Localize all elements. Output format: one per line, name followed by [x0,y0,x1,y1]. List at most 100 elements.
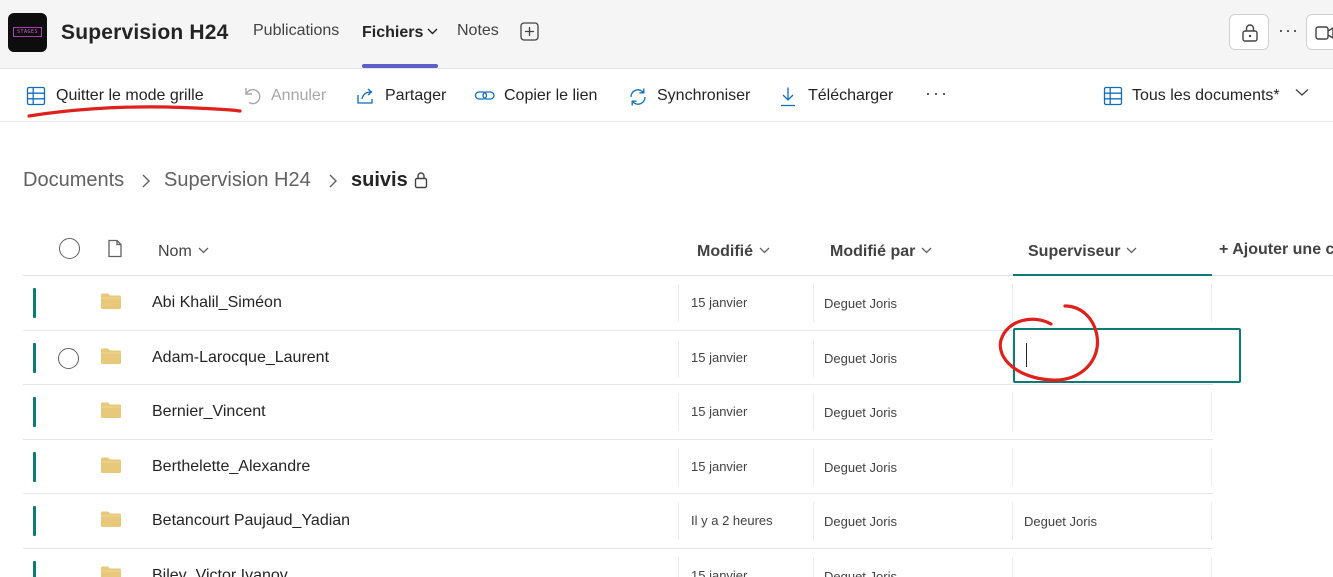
chevron-down-icon [921,241,932,259]
cell-divider [1012,556,1013,577]
cell-divider [813,447,814,486]
column-supervisor-header[interactable]: Superviseur [1028,241,1137,261]
folder-icon [101,348,121,364]
share-label: Partager [385,87,447,104]
row-status-bar [33,506,36,536]
table-row[interactable]: Biley_Victor Ivanov 15 janvier Deguet Jo… [23,549,1213,577]
more-options-icon[interactable]: ··· [1278,20,1299,41]
column-header-row: Nom Modifié Modifié par Superviseur + Aj… [23,226,1333,276]
row-modified-by: Deguet Joris [824,405,897,420]
folder-icon [101,566,121,577]
cell-divider [813,338,814,377]
tab-fichiers[interactable]: Fichiers [362,22,438,42]
more-commands-icon[interactable]: ··· [925,83,949,104]
cell-divider [678,284,679,322]
chevron-down-icon [198,241,209,259]
exit-grid-view-label: Quitter le mode grille [56,87,204,104]
row-name[interactable]: Abi Khalil_Siméon [152,294,282,312]
column-supervisor-label: Superviseur [1028,243,1121,260]
row-status-bar [33,397,36,427]
cell-divider [1211,447,1212,486]
private-channel-button[interactable] [1229,14,1269,50]
tab-notes[interactable]: Notes [457,22,499,40]
copy-link-label: Copier le lien [504,87,598,104]
cell-divider [678,338,679,377]
row-status-bar [33,288,36,318]
row-status-bar [33,560,36,577]
column-modified-label: Modifié [697,243,753,260]
folder-icon [101,511,121,527]
cell-divider [678,502,679,540]
row-modified-by: Deguet Joris [824,514,897,529]
cell-divider [1211,556,1212,577]
row-modified: 15 janvier [691,295,748,310]
sync-label: Synchroniser [657,87,751,104]
cell-divider [1012,284,1013,322]
cell-divider [1211,393,1212,431]
team-logo-text: STAGES [13,27,42,37]
column-modified-by-header[interactable]: Modifié par [830,241,932,261]
column-name-header[interactable]: Nom [158,241,209,261]
tab-publications[interactable]: Publications [253,22,339,40]
row-modified: 15 janvier [691,458,748,474]
team-title[interactable]: Supervision H24 [61,21,229,45]
add-column-button[interactable]: + Ajouter une c [1219,241,1333,259]
cell-divider [813,393,814,431]
folder-icon [101,402,121,418]
row-modified-by: Deguet Joris [824,568,897,577]
download-icon [781,87,795,107]
breadcrumb-separator-icon [141,172,151,195]
table-row[interactable]: Bernier_Vincent 15 janvier Deguet Joris [23,385,1213,440]
meet-button[interactable] [1306,14,1333,50]
select-all-checkbox[interactable] [59,238,80,259]
chevron-down-icon [1126,241,1137,259]
chevron-down-icon [1295,89,1309,96]
table-row[interactable]: Betancourt Paujaud_Yadian Il y a 2 heure… [23,494,1213,549]
undo-label: Annuler [271,87,327,104]
row-name[interactable]: Biley_Victor Ivanov [152,567,288,577]
file-list: Abi Khalil_Siméon 15 janvier Deguet Jori… [23,276,1213,577]
row-modified: 15 janvier [691,349,748,365]
cell-divider [813,502,814,540]
column-modified-header[interactable]: Modifié [697,241,770,261]
breadcrumb-documents[interactable]: Documents [23,169,124,192]
lock-icon [1242,24,1258,42]
cell-divider [1012,447,1013,486]
link-icon [474,91,495,100]
row-name[interactable]: Berthelette_Alexandre [152,458,310,476]
team-logo[interactable]: STAGES [8,13,47,52]
grid-icon [26,86,46,106]
active-tab-indicator [362,64,438,68]
row-supervisor[interactable]: Deguet Joris [1024,514,1097,529]
chevron-down-icon [759,241,770,259]
view-selector-label: Tous les documents* [1132,87,1280,104]
cell-divider [1211,284,1212,322]
add-tab-icon[interactable] [520,22,539,41]
row-modified: Il y a 2 heures [691,513,773,528]
chevron-down-icon [427,22,438,40]
row-modified-by: Deguet Joris [824,296,897,311]
sync-icon [630,88,646,106]
row-name[interactable]: Bernier_Vincent [152,403,266,421]
folder-icon [101,293,121,309]
row-modified-by: Deguet Joris [824,350,897,366]
row-name[interactable]: Adam-Larocque_Laurent [152,349,329,367]
cell-divider [813,284,814,322]
row-name[interactable]: Betancourt Paujaud_Yadian [152,512,350,530]
breadcrumb-separator-icon [328,172,338,195]
cell-divider [1012,393,1013,431]
row-modified-by: Deguet Joris [824,459,897,475]
table-row[interactable]: Abi Khalil_Siméon 15 janvier Deguet Jori… [23,276,1213,331]
lock-icon [414,171,428,195]
command-bar: Quitter le mode grille Annuler Partager … [0,70,1333,122]
breadcrumb-supervision[interactable]: Supervision H24 [164,169,311,192]
video-camera-icon [1315,26,1333,40]
cell-divider [1211,502,1212,540]
supervisor-cell-editor[interactable] [1013,328,1241,383]
table-row[interactable]: Berthelette_Alexandre 15 janvier Deguet … [23,440,1213,494]
cell-divider [678,393,679,431]
column-name-label: Nom [158,243,192,260]
row-select-checkbox[interactable] [58,347,79,369]
file-type-icon[interactable] [107,239,123,263]
column-modified-by-label: Modifié par [830,243,916,260]
